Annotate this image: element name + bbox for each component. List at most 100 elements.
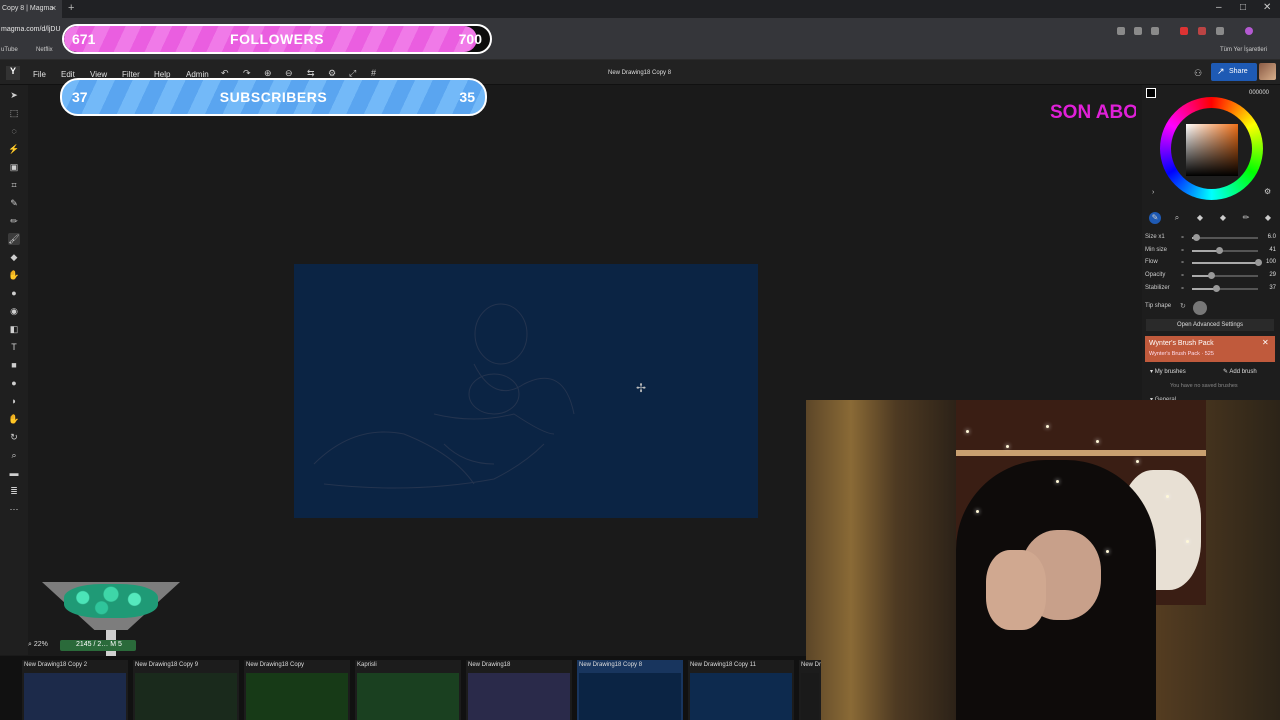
brush-tab-3-icon[interactable]: ◆ bbox=[1217, 212, 1229, 224]
translate-icon[interactable] bbox=[1117, 27, 1125, 35]
slider-value-0[interactable]: 6.0 bbox=[1260, 234, 1276, 240]
slider-value-1[interactable]: 41 bbox=[1260, 247, 1276, 253]
slider-track-2[interactable] bbox=[1192, 259, 1262, 266]
bookmark-netflix[interactable]: Netflix bbox=[36, 47, 53, 53]
tip-shape-preview[interactable] bbox=[1193, 301, 1207, 315]
brush-tab-2-icon[interactable]: ◆ bbox=[1194, 212, 1206, 224]
drawing-thumbnail[interactable]: New Drawing18 bbox=[466, 660, 572, 720]
chat-icon[interactable]: ▬ bbox=[8, 467, 20, 479]
add-brush-button[interactable]: ✎ Add brush bbox=[1223, 368, 1257, 375]
slider-track-3[interactable] bbox=[1192, 272, 1258, 279]
gradient-tool-icon[interactable]: ◧ bbox=[8, 323, 20, 335]
brush-tab-1-icon[interactable]: ⌕ bbox=[1171, 212, 1183, 224]
maximize-button[interactable]: □ bbox=[1240, 2, 1246, 13]
color-picker-square[interactable] bbox=[1186, 124, 1238, 176]
menu-file[interactable]: File bbox=[33, 70, 46, 79]
slider-knob[interactable] bbox=[1192, 234, 1200, 241]
layers-icon[interactable]: ≣ bbox=[8, 485, 20, 497]
slider-value-2[interactable]: 100 bbox=[1260, 259, 1276, 265]
move-tool-icon[interactable]: ➤ bbox=[8, 89, 20, 101]
blur-tool-icon[interactable]: ● bbox=[8, 287, 20, 299]
eraser-tool-icon[interactable]: ◆ bbox=[8, 251, 20, 263]
promo-close-icon[interactable]: ✕ bbox=[1262, 338, 1269, 347]
circle-tool-icon[interactable]: ● bbox=[8, 377, 20, 389]
puzzle-icon[interactable] bbox=[1216, 27, 1224, 35]
slider-value-4[interactable]: 37 bbox=[1260, 285, 1276, 291]
color-settings-icon[interactable]: ⚙ bbox=[1264, 187, 1271, 196]
drawing-canvas[interactable] bbox=[294, 264, 758, 518]
slider-track-1[interactable] bbox=[1192, 247, 1258, 254]
shape-tool-icon[interactable]: ■ bbox=[8, 359, 20, 371]
drawing-thumbnail[interactable]: New Drawing18 Copy 9 bbox=[133, 660, 239, 720]
brush-tab-5-icon[interactable]: ◆ bbox=[1262, 212, 1274, 224]
grid-icon[interactable]: # bbox=[371, 68, 376, 78]
drawing-thumbnail[interactable]: Kaprisli bbox=[355, 660, 461, 720]
magma-logo-icon[interactable]: Y bbox=[6, 66, 20, 80]
avatar[interactable] bbox=[1259, 63, 1276, 80]
drawing-thumbnail[interactable]: New Dr bbox=[799, 660, 821, 720]
slider-value-3[interactable]: 29 bbox=[1260, 272, 1276, 278]
magic-wand-icon[interactable]: ⚡ bbox=[8, 143, 20, 155]
text-tool-icon[interactable]: T bbox=[8, 341, 20, 353]
pressure-toggle-icon[interactable]: ⚬ bbox=[1180, 234, 1186, 241]
pencil-tool-icon[interactable]: ✏ bbox=[8, 215, 20, 227]
thumbnail-label: New Drawing18 Copy 8 bbox=[579, 662, 643, 668]
reset-icon[interactable]: ↻ bbox=[1180, 302, 1186, 310]
drawing-thumbnail[interactable]: New Drawing18 Copy 11 bbox=[688, 660, 794, 720]
bookmark-youtube[interactable]: uTube bbox=[1, 47, 18, 53]
slider-knob[interactable] bbox=[1216, 247, 1224, 254]
brush-pack-promo[interactable]: Wynter's Brush Pack Wynter's Brush Pack … bbox=[1145, 336, 1275, 362]
browser-tab[interactable]: Copy 8 | Magma × bbox=[0, 0, 62, 18]
thumbnail-image bbox=[468, 673, 570, 720]
pressure-toggle-icon[interactable]: ⚬ bbox=[1180, 247, 1186, 254]
hand-tool-icon[interactable]: ✋ bbox=[8, 413, 20, 425]
rotate-tool-icon[interactable]: ↻ bbox=[8, 431, 20, 443]
lasso-tool-icon[interactable]: ◌ bbox=[8, 125, 20, 137]
brush-tab-4-icon[interactable]: ✏ bbox=[1240, 212, 1252, 224]
more-icon[interactable]: ⋯ bbox=[8, 503, 20, 515]
pressure-toggle-icon[interactable]: ⚬ bbox=[1180, 259, 1186, 266]
slider-fill bbox=[1192, 250, 1220, 252]
fill-tool-icon[interactable]: ◉ bbox=[8, 305, 20, 317]
drawing-thumbnail[interactable]: New Drawing18 Copy bbox=[244, 660, 350, 720]
drawing-thumbnail[interactable]: New Drawing18 Copy 8 bbox=[577, 660, 683, 720]
bucket-icon[interactable]: ◗ bbox=[8, 395, 20, 407]
record-icon[interactable] bbox=[1180, 27, 1188, 35]
color-hex-value[interactable]: 000000 bbox=[1249, 90, 1269, 96]
tab-close-icon[interactable]: × bbox=[51, 3, 56, 13]
add-user-icon[interactable]: ⚇ bbox=[1194, 68, 1202, 79]
selection-tool-icon[interactable]: ⬚ bbox=[8, 107, 20, 119]
share-button[interactable]: ↗ Share bbox=[1211, 63, 1257, 81]
pressure-toggle-icon[interactable]: ⚬ bbox=[1180, 272, 1186, 279]
drawing-thumbnail[interactable]: New Drawing18 Copy 2 bbox=[22, 660, 128, 720]
smudge-tool-icon[interactable]: ✋ bbox=[8, 269, 20, 281]
url-text[interactable]: magma.com/d/ljDU bbox=[1, 26, 61, 33]
transform-tool-icon[interactable]: ▣ bbox=[8, 161, 20, 173]
close-window-button[interactable]: ✕ bbox=[1263, 2, 1271, 13]
slider-track-4[interactable] bbox=[1192, 285, 1258, 292]
primary-color-swatch[interactable] bbox=[1146, 88, 1156, 98]
crop-tool-icon[interactable]: ⌗ bbox=[8, 179, 20, 191]
webcam-feed bbox=[806, 400, 1280, 720]
my-brushes-label: My brushes bbox=[1154, 369, 1186, 375]
slider-track-0[interactable] bbox=[1192, 234, 1258, 241]
extension-icon[interactable] bbox=[1198, 27, 1206, 35]
canvas-size-badge: 2145 / 2… M 5 bbox=[60, 640, 136, 651]
thumbnail-image bbox=[24, 673, 126, 720]
zoom-level[interactable]: ⌕ 22% bbox=[28, 641, 48, 649]
eyedropper-icon[interactable]: ✎ bbox=[8, 197, 20, 209]
thumbnail-image bbox=[357, 673, 459, 720]
brush-tool-icon[interactable]: 🖌 bbox=[8, 233, 20, 245]
minimize-button[interactable]: – bbox=[1216, 2, 1222, 13]
my-brushes-header[interactable]: ▾ My brushes bbox=[1150, 368, 1186, 375]
star-icon[interactable] bbox=[1151, 27, 1159, 35]
new-tab-button[interactable]: + bbox=[68, 2, 74, 14]
open-advanced-settings-button[interactable]: Open Advanced Settings bbox=[1146, 319, 1274, 331]
brush-tab-active-icon[interactable]: ✎ bbox=[1149, 212, 1161, 224]
screen-icon[interactable] bbox=[1134, 27, 1142, 35]
zoom-tool-icon[interactable]: ⌕ bbox=[8, 449, 20, 461]
expand-chevron-icon[interactable]: › bbox=[1152, 189, 1154, 196]
profile-icon[interactable] bbox=[1245, 27, 1253, 35]
pressure-toggle-icon[interactable]: ⚬ bbox=[1180, 285, 1186, 292]
all-bookmarks[interactable]: Tüm Yer İşaretleri bbox=[1220, 47, 1267, 53]
